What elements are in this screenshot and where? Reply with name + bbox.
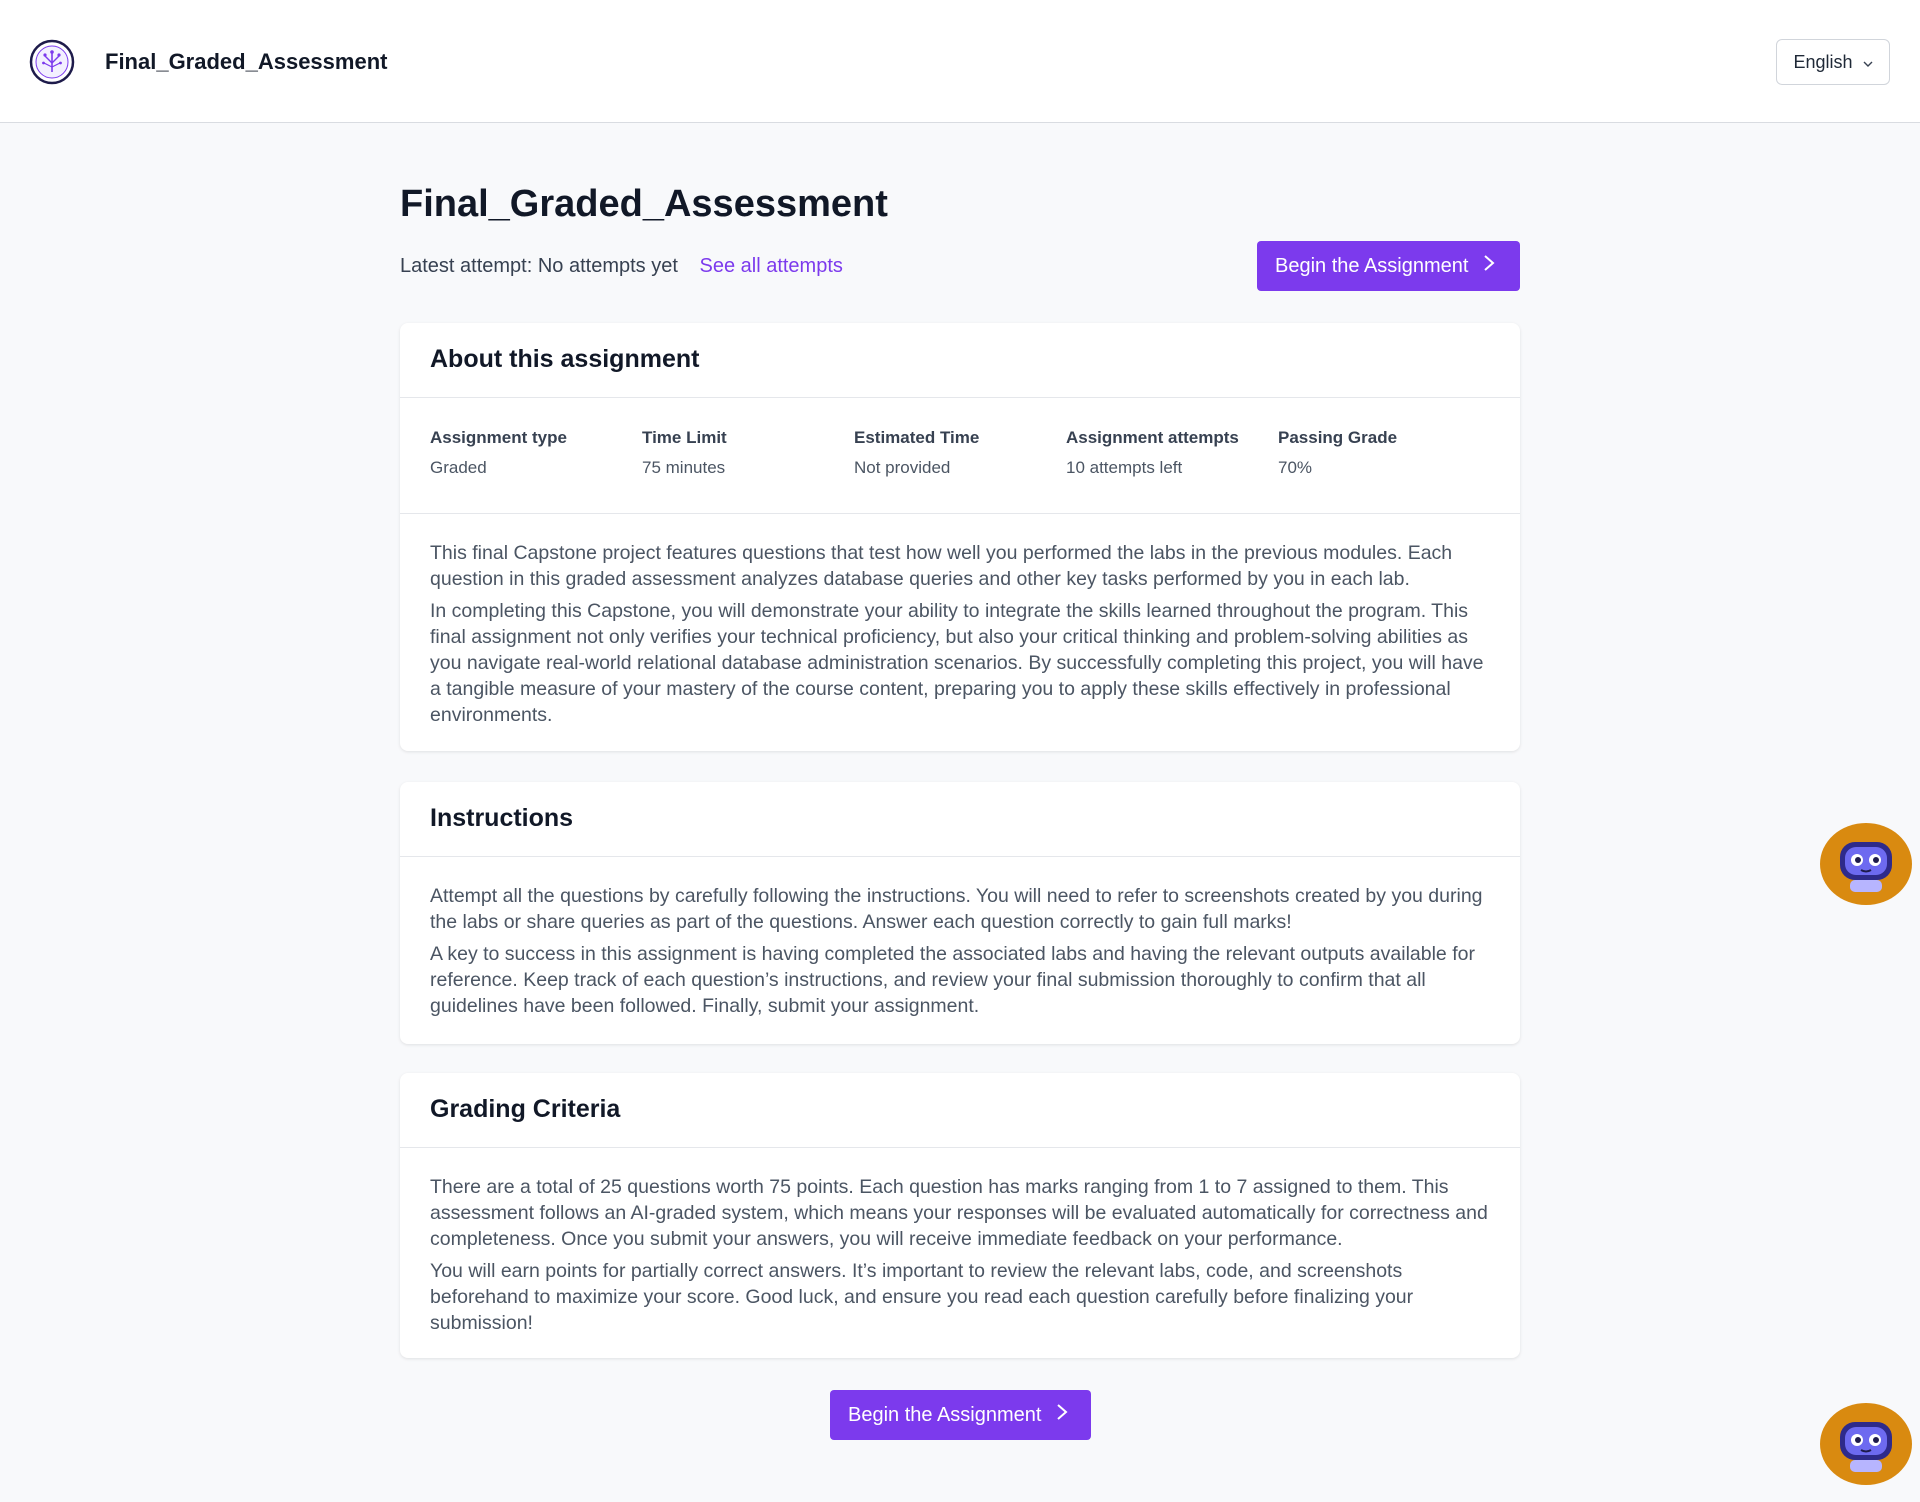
meta-label: Estimated Time [854, 428, 980, 447]
meta-estimated-time: Estimated Time Not provided [854, 428, 1066, 513]
about-paragraph: This final Capstone project features que… [430, 542, 1453, 590]
meta-assignment-type: Assignment type Graded [430, 428, 642, 513]
begin-assignment-button[interactable]: Begin the Assignment [1257, 241, 1520, 291]
latest-attempt-text: Latest attempt: No attempts yet [400, 255, 678, 277]
top-bar: Final_Graded_Assessment English [0, 0, 1920, 123]
meta-label: Passing Grade [1278, 428, 1398, 447]
app-title: Final_Graded_Assessment [105, 49, 388, 74]
about-heading: About this assignment [430, 345, 700, 373]
assignment-meta: Assignment type Graded Time Limit 75 min… [400, 398, 1520, 514]
language-select[interactable]: English [1776, 39, 1890, 85]
chevron-right-icon [1482, 254, 1496, 278]
chevron-down-icon [1863, 56, 1873, 70]
grading-paragraph: You will earn points for partially corre… [430, 1260, 1414, 1334]
instructions-card: Instructions Attempt all the questions b… [400, 782, 1520, 1044]
meta-time-limit: Time Limit 75 minutes [642, 428, 854, 513]
grading-card-header: Grading Criteria [400, 1073, 1520, 1148]
grading-body: There are a total of 25 questions worth … [400, 1148, 1520, 1362]
begin-assignment-bottom-button[interactable]: Begin the Assignment [830, 1390, 1091, 1440]
meta-passing-grade: Passing Grade 70% [1278, 428, 1490, 513]
chatbot-icon[interactable] [1820, 1402, 1912, 1486]
instructions-paragraph: Attempt all the questions by carefully f… [430, 885, 1483, 933]
attempt-status: Latest attempt: No attempts yet See all … [400, 255, 843, 278]
meta-label: Time Limit [642, 428, 727, 447]
grading-heading: Grading Criteria [430, 1095, 621, 1123]
instructions-body: Attempt all the questions by carefully f… [400, 857, 1520, 1045]
language-value: English [1793, 51, 1853, 72]
see-all-attempts-link[interactable]: See all attempts [699, 255, 842, 277]
grading-paragraph: There are a total of 25 questions worth … [430, 1176, 1488, 1250]
grading-criteria-card: Grading Criteria There are a total of 25… [400, 1073, 1520, 1358]
instructions-paragraph: A key to success in this assignment is h… [430, 943, 1475, 1017]
about-paragraph: In completing this Capstone, you will de… [430, 600, 1484, 726]
begin-assignment-label: Begin the Assignment [848, 1403, 1042, 1426]
meta-attempts: Assignment attempts 10 attempts left [1066, 428, 1278, 513]
instructions-heading: Instructions [430, 804, 574, 832]
about-assignment-card: About this assignment Assignment type Gr… [400, 323, 1520, 751]
instructions-card-header: Instructions [400, 782, 1520, 857]
about-description: This final Capstone project features que… [400, 514, 1520, 754]
meta-value: 75 minutes [642, 458, 726, 477]
tree-logo-icon[interactable] [29, 39, 75, 85]
page-title: Final_Graded_Assessment [400, 183, 888, 225]
chevron-right-icon [1055, 1403, 1069, 1427]
meta-value: Graded [430, 458, 487, 477]
chatbot-icon[interactable] [1820, 822, 1912, 906]
meta-label: Assignment type [430, 428, 567, 447]
meta-value: 10 attempts left [1066, 458, 1183, 477]
begin-assignment-label: Begin the Assignment [1275, 254, 1469, 277]
meta-value: Not provided [854, 458, 951, 477]
about-card-header: About this assignment [400, 323, 1520, 398]
meta-value: 70% [1278, 458, 1313, 477]
meta-label: Assignment attempts [1066, 428, 1239, 447]
